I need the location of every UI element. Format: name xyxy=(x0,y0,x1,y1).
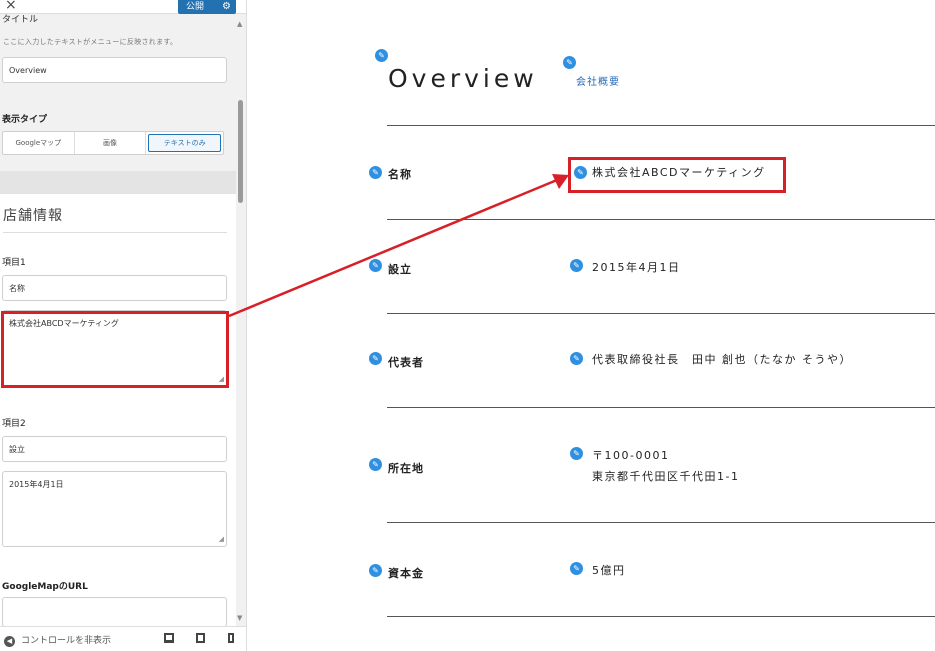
option-text-only[interactable]: テキストのみ xyxy=(148,134,222,152)
title-field-hint: ここに入力したテキストがメニューに反映されます。 xyxy=(3,38,178,46)
item2-value-text: 2015年4月1日 xyxy=(9,480,64,489)
shop-info-heading: 店舗情報 xyxy=(3,208,63,224)
map-url-label: GoogleMapのURL xyxy=(2,582,88,592)
overview-title: Overview xyxy=(388,64,538,93)
display-type-label: 表示タイプ xyxy=(2,115,48,125)
row-value-representative: 代表取締役社長 田中 創也（たなか そうや） xyxy=(592,353,852,366)
table-divider xyxy=(387,219,935,220)
map-url-input[interactable] xyxy=(2,597,227,627)
section-divider xyxy=(0,171,236,194)
hide-controls-label: コントロールを非表示 xyxy=(21,636,112,646)
row-value-address: 東京都千代田区千代田1-1 xyxy=(592,470,740,483)
edit-pencil-icon[interactable]: ✎ xyxy=(375,49,388,62)
site-preview xyxy=(248,0,935,651)
scroll-up-icon[interactable]: ▲ xyxy=(237,20,242,28)
title-input[interactable]: Overview xyxy=(2,57,227,83)
edit-pencil-icon[interactable]: ✎ xyxy=(369,564,382,577)
highlight-box-panel xyxy=(1,311,229,388)
edit-pencil-icon[interactable]: ✎ xyxy=(369,259,382,272)
edit-pencil-icon[interactable]: ✎ xyxy=(369,352,382,365)
edit-pencil-icon[interactable]: ✎ xyxy=(570,352,583,365)
customizer-header: × 公開 ⚙ xyxy=(0,0,246,14)
hide-controls-button[interactable]: ◀ コントロールを非表示 xyxy=(4,633,111,647)
resize-handle-icon[interactable]: ◢ xyxy=(219,534,224,544)
row-label-address: 所在地 xyxy=(388,462,424,475)
edit-pencil-icon[interactable]: ✎ xyxy=(369,166,382,179)
customizer-panel: × 公開 ⚙ タイトル ここに入力したテキストがメニューに反映されます。 Ove… xyxy=(0,0,247,651)
shop-info-section xyxy=(0,194,236,626)
item2-name-input[interactable]: 設立 xyxy=(2,436,227,462)
item2-label: 項目2 xyxy=(2,419,26,429)
table-divider xyxy=(387,616,935,617)
heading-divider xyxy=(3,232,227,233)
scroll-thumb[interactable] xyxy=(238,100,243,203)
row-label-name: 名称 xyxy=(388,168,412,181)
publish-button[interactable]: 公開 ⚙ xyxy=(178,0,236,14)
mobile-preview-icon[interactable] xyxy=(228,633,234,643)
overview-subtitle: 会社概要 xyxy=(576,77,620,88)
table-divider xyxy=(387,313,935,314)
tablet-preview-icon[interactable] xyxy=(196,633,205,643)
collapse-icon: ◀ xyxy=(4,636,15,647)
row-value-postal: 〒100-0001 xyxy=(592,449,670,462)
gear-icon[interactable]: ⚙ xyxy=(222,0,231,14)
item2-value-textarea[interactable]: 2015年4月1日 ◢ xyxy=(2,471,227,547)
display-type-selector: Googleマップ 画像 テキストのみ xyxy=(2,131,224,155)
publish-label: 公開 xyxy=(186,2,205,12)
option-image[interactable]: 画像 xyxy=(75,132,147,154)
option-google-map[interactable]: Googleマップ xyxy=(3,132,75,154)
item1-name-input[interactable]: 名称 xyxy=(2,275,227,301)
table-divider xyxy=(387,125,935,126)
customizer-footer: ◀ コントロールを非表示 xyxy=(0,626,246,651)
edit-pencil-icon[interactable]: ✎ xyxy=(570,259,583,272)
row-label-capital: 資本金 xyxy=(388,567,424,580)
item1-label: 項目1 xyxy=(2,258,26,268)
highlight-box-preview xyxy=(568,157,786,193)
scrollbar[interactable]: ▲ ▼ xyxy=(236,14,246,626)
row-label-founded: 設立 xyxy=(388,263,412,276)
table-divider xyxy=(387,522,935,523)
row-label-representative: 代表者 xyxy=(388,356,424,369)
edit-pencil-icon[interactable]: ✎ xyxy=(570,562,583,575)
row-value-capital: 5億円 xyxy=(592,564,626,577)
row-value-founded: 2015年4月1日 xyxy=(592,261,681,274)
scroll-down-icon[interactable]: ▼ xyxy=(237,614,242,622)
table-divider xyxy=(387,407,935,408)
edit-pencil-icon[interactable]: ✎ xyxy=(563,56,576,69)
edit-pencil-icon[interactable]: ✎ xyxy=(369,458,382,471)
desktop-preview-icon[interactable] xyxy=(164,633,174,643)
edit-pencil-icon[interactable]: ✎ xyxy=(570,447,583,460)
close-icon[interactable]: × xyxy=(5,0,17,13)
